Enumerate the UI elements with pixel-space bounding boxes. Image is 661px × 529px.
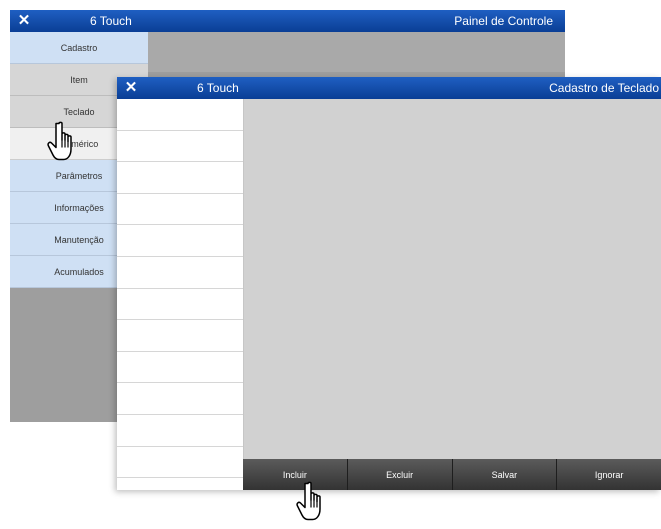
- list-item[interactable]: [117, 415, 243, 447]
- ignorar-button[interactable]: Ignorar: [557, 459, 661, 490]
- excluir-button[interactable]: Excluir: [347, 459, 453, 490]
- control-panel-content: [148, 32, 565, 72]
- keyboard-register-titlebar: ✕ 6 Touch Cadastro de Teclado: [117, 77, 661, 99]
- menu-item-cadastro[interactable]: Cadastro: [10, 32, 148, 64]
- hand-pointer-icon: [296, 481, 321, 521]
- list-item[interactable]: [117, 225, 243, 257]
- list-item[interactable]: [117, 99, 243, 131]
- hand-pointer-icon: [47, 121, 72, 161]
- window-title: Painel de Controle: [454, 14, 553, 28]
- keyboard-list: [117, 99, 243, 490]
- window-title: Cadastro de Teclado: [549, 81, 659, 95]
- list-item[interactable]: [117, 320, 243, 352]
- keyboard-editor-area: [243, 99, 661, 459]
- list-item[interactable]: [117, 289, 243, 321]
- control-panel-titlebar: ✕ 6 Touch Painel de Controle: [10, 10, 565, 32]
- list-item[interactable]: [117, 131, 243, 163]
- app-name: 6 Touch: [197, 81, 239, 95]
- list-item[interactable]: [117, 352, 243, 384]
- app-name: 6 Touch: [90, 14, 132, 28]
- keyboard-register-window: ✕ 6 Touch Cadastro de Teclado Incluir Ex…: [117, 77, 661, 490]
- list-item[interactable]: [117, 194, 243, 226]
- salvar-button[interactable]: Salvar: [452, 459, 558, 490]
- list-item[interactable]: [117, 162, 243, 194]
- list-item[interactable]: [117, 257, 243, 289]
- list-item[interactable]: [117, 383, 243, 415]
- close-icon[interactable]: ✕: [16, 13, 32, 29]
- list-item[interactable]: [117, 447, 243, 479]
- close-icon[interactable]: ✕: [123, 80, 139, 96]
